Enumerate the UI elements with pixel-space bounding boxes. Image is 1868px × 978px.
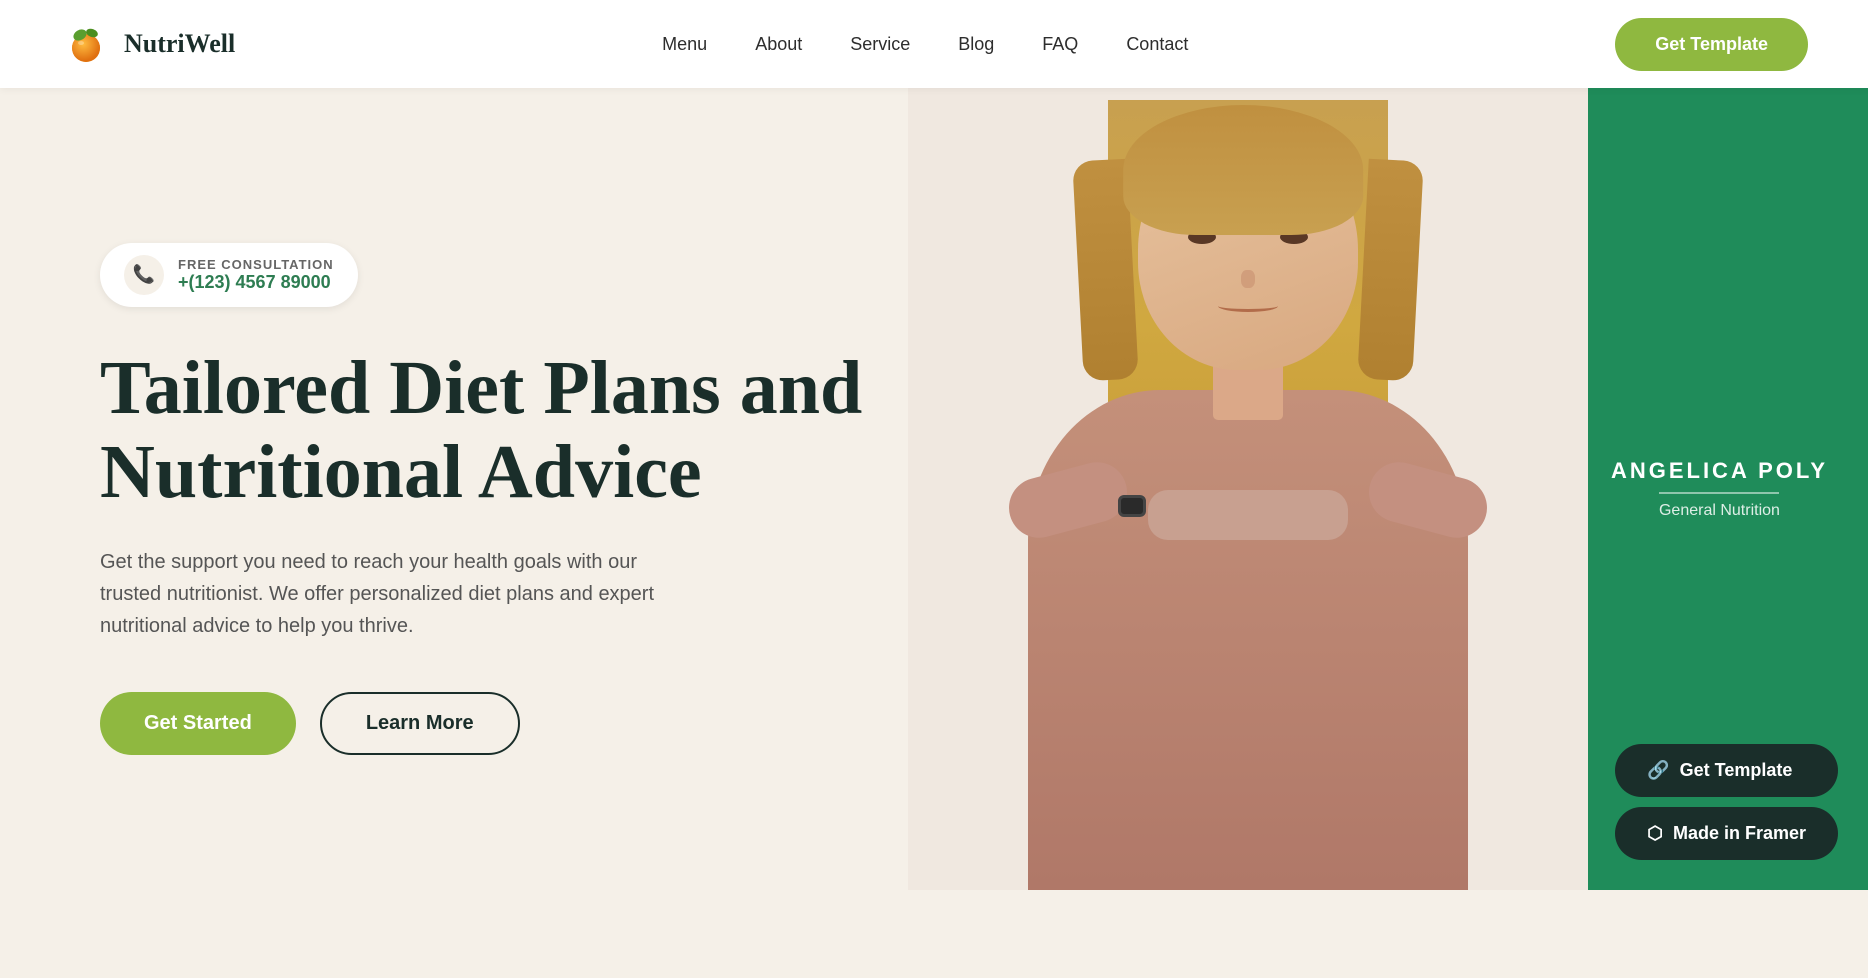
bottom-cta-area: 🔗 Get Template ⬡ Made in Framer [1615,744,1838,860]
nav-service[interactable]: Service [850,34,910,54]
profile-role: General Nutrition [1611,502,1828,520]
consultation-info: FREE CONSULTATION +(123) 4567 89000 [178,257,334,293]
hero-subtitle: Get the support you need to reach your h… [100,546,700,642]
brand-name: NutriWell [124,29,235,59]
nav-faq[interactable]: FAQ [1042,34,1078,54]
hero-content: 📞 FREE CONSULTATION +(123) 4567 89000 Ta… [0,88,960,890]
nav-menu[interactable]: Menu [662,34,707,54]
hair-right [1357,159,1423,382]
get-started-button[interactable]: Get Started [100,692,296,755]
nose [1241,270,1255,288]
person-figure [908,88,1588,890]
learn-more-button[interactable]: Learn More [320,692,520,755]
mouth [1218,300,1278,312]
profile-name: ANGELICA POLY [1611,458,1828,484]
nav-links: Menu About Service Blog FAQ Contact [662,34,1188,55]
arm-left [1002,455,1133,544]
person-body-composite [948,88,1548,890]
nav-contact[interactable]: Contact [1126,34,1188,54]
watch [1118,495,1146,517]
logo-icon [60,18,112,70]
body-torso [1028,390,1468,890]
hero-buttons: Get Started Learn More [100,692,880,755]
phone-glyph: 📞 [133,264,155,285]
nav-about[interactable]: About [755,34,802,54]
profile-divider [1659,492,1779,494]
consultation-badge: 📞 FREE CONSULTATION +(123) 4567 89000 [100,243,358,307]
person-photo [908,88,1588,890]
bottom-get-template-button[interactable]: 🔗 Get Template [1615,744,1838,797]
consultation-label: FREE CONSULTATION [178,257,334,272]
phone-icon: 📞 [124,255,164,295]
made-in-framer-button[interactable]: ⬡ Made in Framer [1615,807,1838,860]
hero-title: Tailored Diet Plans and Nutritional Advi… [100,347,880,514]
profile-card: ANGELICA POLY General Nutrition [1611,458,1828,520]
hero-section: 📞 FREE CONSULTATION +(123) 4567 89000 Ta… [0,88,1868,890]
nav-blog[interactable]: Blog [958,34,994,54]
bottom-get-template-label: Get Template [1680,760,1793,781]
crossed-arms [1148,490,1348,540]
link-icon: 🔗 [1647,760,1669,781]
hair-top [1123,105,1363,235]
nav-get-template-button[interactable]: Get Template [1615,18,1808,71]
navbar: NutriWell Menu About Service Blog FAQ Co… [0,0,1868,88]
logo[interactable]: NutriWell [60,18,235,70]
framer-icon: ⬡ [1647,823,1663,844]
arm-right [1362,455,1493,544]
made-in-framer-label: Made in Framer [1673,823,1806,844]
consultation-phone[interactable]: +(123) 4567 89000 [178,272,334,293]
